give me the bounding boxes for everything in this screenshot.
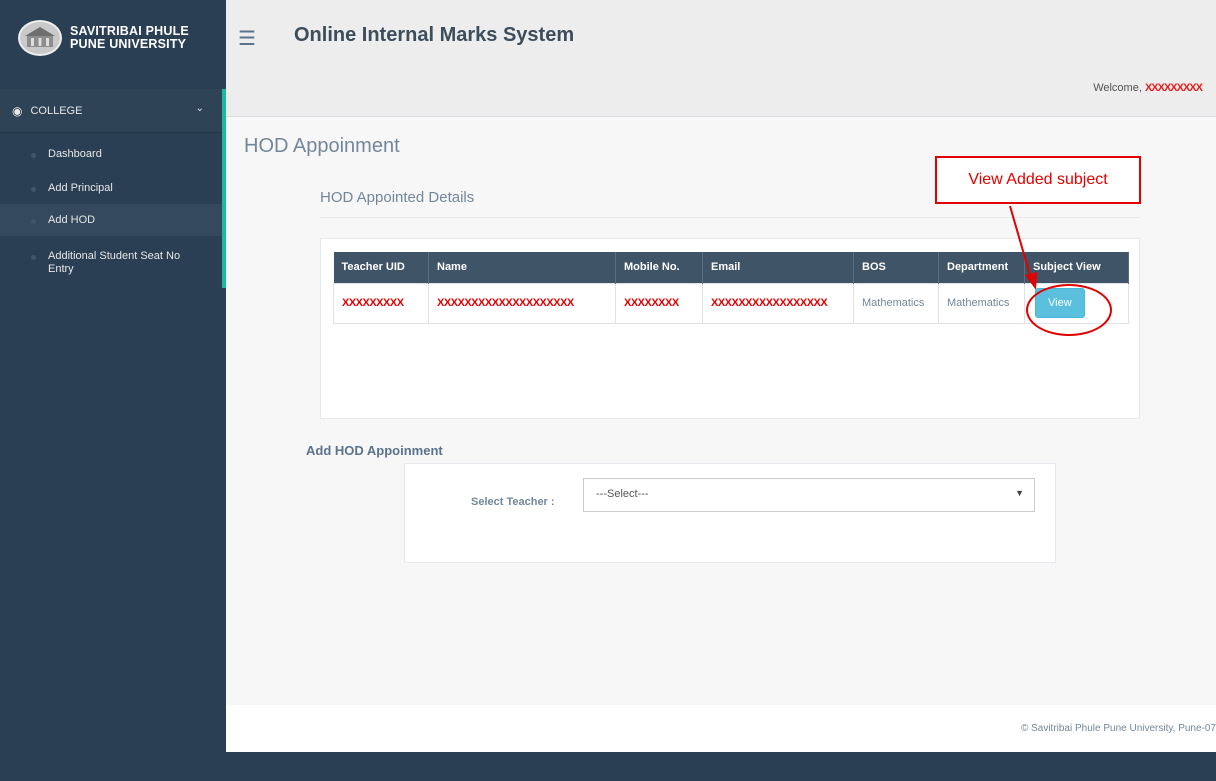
- menu-toggle-icon[interactable]: ☰: [238, 26, 256, 51]
- dashboard-icon: ◉: [12, 103, 23, 118]
- section-divider: [320, 217, 1140, 218]
- annotation-callout: View Added subject: [935, 156, 1141, 204]
- select-teacher-label: Select Teacher :: [471, 496, 555, 508]
- sidebar-item-additional-seat-entry[interactable]: Additional Student Seat No Entry: [0, 250, 222, 276]
- sidebar-item-label: Add Principal: [48, 182, 113, 194]
- top-header: ☰ Online Internal Marks System Welcome, …: [226, 0, 1216, 117]
- cell-mobile: XXXXXXXX: [615, 282, 703, 324]
- add-hod-title: Add HOD Appoinment: [306, 443, 443, 458]
- main-content: HOD Appoinment HOD Appointed Details Tea…: [226, 117, 1216, 705]
- cell-name: XXXXXXXXXXXXXXXXXXXX: [428, 282, 616, 324]
- col-teacher-uid: Teacher UID: [333, 252, 429, 283]
- section-title: HOD Appointed Details: [320, 189, 475, 206]
- select-teacher-dropdown[interactable]: ---Select--- ▼: [583, 478, 1035, 512]
- sidebar-item-dashboard[interactable]: Dashboard: [0, 148, 222, 161]
- bullet-icon: [31, 255, 36, 260]
- sidebar-item-add-hod[interactable]: Add HOD: [0, 204, 222, 236]
- hod-table: Teacher UID Name Mobile No. Email BOS De…: [333, 252, 1129, 324]
- logo-line-2: PUNE UNIVERSITY: [70, 37, 187, 51]
- cell-department: Mathematics: [938, 282, 1025, 324]
- table-header-row: Teacher UID Name Mobile No. Email BOS De…: [333, 252, 1129, 283]
- select-value: ---Select---: [596, 488, 649, 500]
- col-bos: BOS: [853, 252, 939, 283]
- welcome-username: XXXXXXXXX: [1144, 82, 1203, 94]
- welcome-prefix: Welcome,: [1093, 82, 1142, 94]
- nav-group-label: COLLEGE: [30, 104, 83, 117]
- footer: © Savitribai Phule Pune University, Pune…: [226, 705, 1216, 752]
- add-hod-panel: Select Teacher : ---Select--- ▼: [404, 463, 1056, 563]
- university-logo[interactable]: SAVITRIBAI PHULE PUNE UNIVERSITY: [18, 20, 189, 56]
- col-email: Email: [702, 252, 854, 283]
- page-title: HOD Appoinment: [244, 135, 400, 157]
- hod-details-panel: Teacher UID Name Mobile No. Email BOS De…: [320, 238, 1140, 419]
- cell-teacher-uid: XXXXXXXXX: [333, 282, 429, 324]
- footer-copyright: © Savitribai Phule Pune University, Pune…: [1020, 723, 1216, 734]
- sidebar: SAVITRIBAI PHULE PUNE UNIVERSITY ◉ COLLE…: [0, 0, 226, 781]
- nav-group-college[interactable]: ◉ COLLEGE ⌄: [0, 89, 226, 133]
- bullet-icon: [31, 219, 36, 224]
- sidebar-item-label: Add HOD: [48, 214, 96, 226]
- col-name: Name: [428, 252, 616, 283]
- sidebar-item-label: Additional Student Seat No Entry: [48, 250, 181, 275]
- col-subject-view: Subject View: [1024, 252, 1129, 283]
- table-row: XXXXXXXXX XXXXXXXXXXXXXXXXXXXX XXXXXXXX …: [333, 282, 1129, 324]
- university-seal-icon: [18, 20, 62, 56]
- col-mobile: Mobile No.: [615, 252, 703, 283]
- chevron-down-icon: ⌄: [195, 103, 204, 114]
- cell-bos: Mathematics: [853, 282, 939, 324]
- sidebar-item-label: Dashboard: [48, 148, 102, 160]
- bullet-icon: [31, 153, 36, 158]
- sidebar-item-add-principal[interactable]: Add Principal: [0, 182, 222, 195]
- dropdown-arrow-icon: ▼: [1015, 488, 1024, 498]
- cell-email: XXXXXXXXXXXXXXXXX: [702, 282, 854, 324]
- app-title: Online Internal Marks System: [294, 24, 575, 46]
- col-department: Department: [938, 252, 1025, 283]
- bullet-icon: [31, 187, 36, 192]
- welcome-text[interactable]: Welcome, XXXXXXXXX: [1093, 82, 1203, 94]
- annotation-highlight-circle: [1026, 284, 1112, 336]
